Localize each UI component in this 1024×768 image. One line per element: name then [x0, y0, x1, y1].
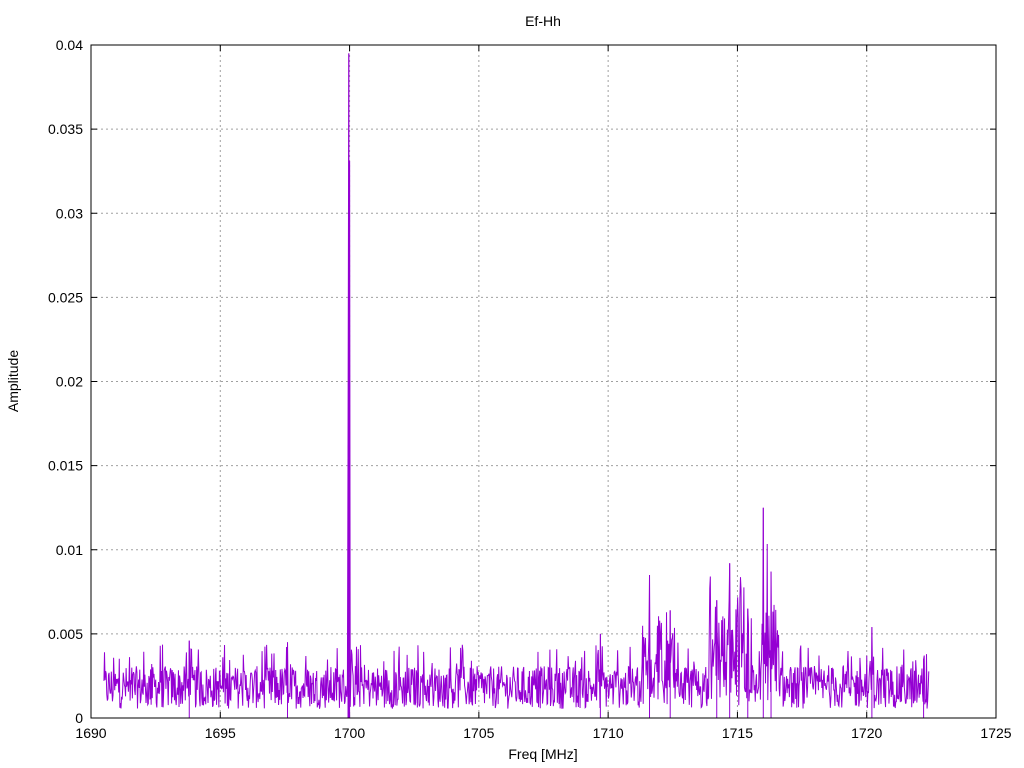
chart-container: Ef-Hh Freq [MHz] Amplitude 1690 1695 1700 1… — [0, 0, 1024, 768]
y-tick-label: 0.01 — [56, 542, 83, 558]
y-tick-label: 0 — [75, 710, 83, 726]
line-chart: Ef-Hh Freq [MHz] Amplitude 1690 1695 1700 1… — [5, 13, 1012, 762]
x-axis-title: Freq [MHz] — [508, 746, 577, 762]
x-tick-label: 1705 — [463, 725, 494, 741]
x-tick-label: 1720 — [851, 725, 882, 741]
series-layer — [103, 53, 930, 718]
y-tick-label: 0.02 — [56, 374, 83, 390]
y-axis-title: Amplitude — [5, 350, 21, 412]
x-tick-label: 1725 — [980, 725, 1011, 741]
y-tick-label: 0.005 — [48, 626, 83, 642]
chart-title: Ef-Hh — [525, 13, 561, 29]
x-tick-label: 1700 — [334, 725, 365, 741]
x-tick-label: 1710 — [593, 725, 624, 741]
x-tick-label: 1695 — [205, 725, 236, 741]
y-tick-label: 0.03 — [56, 205, 83, 221]
y-tick-label: 0.04 — [56, 37, 83, 53]
grid-lines — [91, 45, 996, 718]
y-tick-label: 0.015 — [48, 458, 83, 474]
x-tick-label: 1715 — [722, 725, 753, 741]
x-tick-label: 1690 — [75, 725, 106, 741]
y-tick-label: 0.035 — [48, 121, 83, 137]
y-tick-label: 0.025 — [48, 289, 83, 305]
